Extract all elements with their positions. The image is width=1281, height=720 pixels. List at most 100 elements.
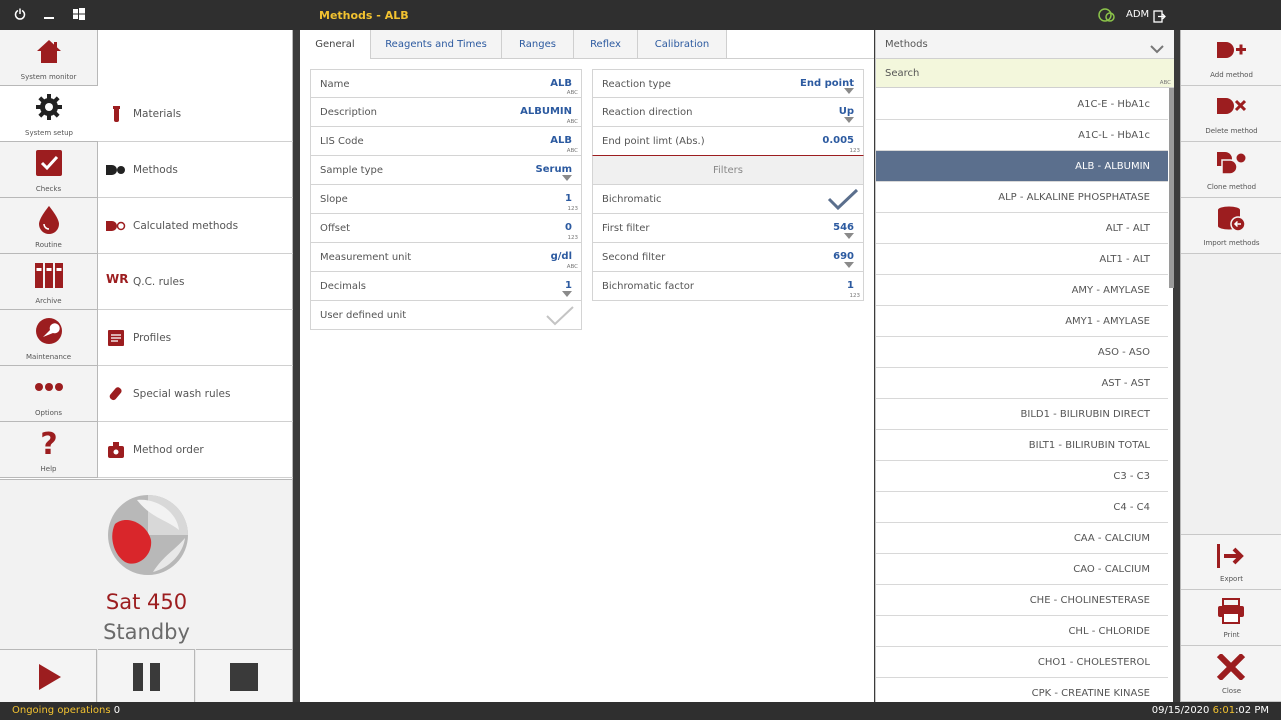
add-method-button[interactable]: Add method bbox=[1181, 30, 1281, 86]
reaction-direction-dropdown[interactable]: Reaction direction Up bbox=[592, 98, 864, 127]
chevron-down-icon bbox=[562, 291, 572, 297]
instrument-name: Sat 450 bbox=[105, 590, 188, 614]
methods-list-panel: Methods Search ABC A1C-E - HbA1c A1C-L - … bbox=[875, 30, 1174, 709]
method-list-item[interactable]: BILD1 - BILIRUBIN DIRECT bbox=[876, 399, 1168, 430]
import-methods-icon bbox=[1216, 206, 1246, 232]
clone-method-button[interactable]: Clone method bbox=[1181, 142, 1281, 198]
nav-routine[interactable]: Routine bbox=[0, 198, 98, 254]
offset-field[interactable]: Offset 0 123 bbox=[310, 214, 582, 243]
field-label: Decimals bbox=[320, 281, 366, 292]
tab-reagents-and-times[interactable]: Reagents and Times bbox=[371, 30, 502, 59]
submenu-item-method-order[interactable]: Method order bbox=[98, 422, 293, 478]
nav-archive[interactable]: Archive bbox=[0, 254, 98, 310]
method-list-item[interactable]: A1C-E - HbA1c bbox=[876, 89, 1168, 120]
search-input[interactable]: Search ABC bbox=[876, 59, 1174, 88]
lis-code-field[interactable]: LIS Code ALB ABC bbox=[310, 127, 582, 156]
method-list-item[interactable]: AMY1 - AMYLASE bbox=[876, 306, 1168, 337]
pause-button[interactable] bbox=[98, 649, 195, 702]
method-list-item[interactable]: CAO - CALCIUM bbox=[876, 554, 1168, 585]
method-list-item-label: ALT1 - ALT bbox=[1099, 254, 1150, 265]
power-icon[interactable] bbox=[13, 8, 27, 22]
nav-maintenance[interactable]: Maintenance bbox=[0, 310, 98, 366]
method-list-item[interactable]: ALT - ALT bbox=[876, 213, 1168, 244]
field-label: Offset bbox=[320, 223, 351, 234]
method-list-item[interactable]: A1C-L - HbA1c bbox=[876, 120, 1168, 151]
method-list-item-label: AST - AST bbox=[1101, 378, 1150, 389]
name-field[interactable]: Name ALB ABC bbox=[310, 69, 582, 98]
method-list-item[interactable]: CHL - CHLORIDE bbox=[876, 616, 1168, 647]
user-defined-unit-checkbox[interactable]: User defined unit bbox=[310, 301, 582, 330]
field-label: User defined unit bbox=[320, 310, 407, 321]
print-button[interactable]: Print bbox=[1181, 590, 1281, 646]
method-list-item[interactable]: ALT1 - ALT bbox=[876, 244, 1168, 275]
field-value: 690 bbox=[833, 251, 854, 262]
field-label: Reaction type bbox=[602, 79, 671, 90]
minimize-icon[interactable] bbox=[42, 8, 56, 22]
logout-icon[interactable] bbox=[1153, 8, 1166, 23]
slope-field[interactable]: Slope 1 123 bbox=[310, 185, 582, 214]
method-list-item[interactable]: C3 - C3 bbox=[876, 461, 1168, 492]
submenu-item-methods[interactable]: Methods bbox=[98, 142, 293, 198]
windows-icon[interactable] bbox=[72, 8, 86, 22]
tab-reflex[interactable]: Reflex bbox=[574, 30, 638, 59]
nav-checks[interactable]: Checks bbox=[0, 142, 98, 198]
import-methods-button[interactable]: Import methods bbox=[1181, 198, 1281, 254]
bichromatic-factor-field[interactable]: Bichromatic factor 1 123 bbox=[592, 272, 864, 301]
method-list-item[interactable]: ALP - ALKALINE PHOSPHATASE bbox=[876, 182, 1168, 213]
bichromatic-checkbox[interactable]: Bichromatic bbox=[592, 185, 864, 214]
time-hm: 6:01 bbox=[1212, 705, 1236, 716]
action-bar: Add method Delete method Clone method Im… bbox=[1180, 30, 1281, 702]
tab-general[interactable]: General bbox=[300, 30, 371, 59]
reaction-type-dropdown[interactable]: Reaction type End point bbox=[592, 69, 864, 98]
field-value: Up bbox=[838, 106, 854, 117]
submenu-item-special-wash-rules[interactable]: Special wash rules bbox=[98, 366, 293, 422]
gear-icon bbox=[34, 92, 64, 122]
method-list-item[interactable]: BILT1 - BILIRUBIN TOTAL bbox=[876, 430, 1168, 461]
nav-system-monitor[interactable]: System monitor bbox=[0, 30, 98, 86]
nav-system-setup[interactable]: System setup bbox=[0, 86, 98, 142]
close-button[interactable]: Close bbox=[1181, 646, 1281, 702]
measurement-unit-field[interactable]: Measurement unit g/dl ABC bbox=[310, 243, 582, 272]
export-button[interactable]: Export bbox=[1181, 534, 1281, 590]
submenu-item-profiles[interactable]: Profiles bbox=[98, 310, 293, 366]
delete-method-button[interactable]: Delete method bbox=[1181, 86, 1281, 142]
start-button[interactable] bbox=[0, 649, 97, 702]
main-nav: System monitor System setup Checks Routi… bbox=[0, 30, 98, 479]
submenu-label: Profiles bbox=[133, 332, 172, 344]
ongoing-label: Ongoing operations bbox=[12, 705, 111, 716]
method-list-item[interactable]: AST - AST bbox=[876, 368, 1168, 399]
wash-icon bbox=[106, 386, 126, 402]
method-list-item-label: CAO - CALCIUM bbox=[1073, 564, 1150, 575]
submenu-item-materials[interactable]: Materials bbox=[98, 86, 293, 142]
decimals-dropdown[interactable]: Decimals 1 bbox=[310, 272, 582, 301]
first-filter-dropdown[interactable]: First filter 546 bbox=[592, 214, 864, 243]
nav-options[interactable]: Options bbox=[0, 366, 98, 422]
description-field[interactable]: Description ALBUMIN ABC bbox=[310, 98, 582, 127]
method-list-item[interactable]: AMY - AMYLASE bbox=[876, 275, 1168, 306]
methods-dropdown[interactable]: Methods bbox=[876, 30, 1174, 59]
sample-type-dropdown[interactable]: Sample type Serum bbox=[310, 156, 582, 185]
second-filter-dropdown[interactable]: Second filter 690 bbox=[592, 243, 864, 272]
field-label: Description bbox=[320, 107, 377, 118]
tab-ranges[interactable]: Ranges bbox=[502, 30, 574, 59]
method-list-item[interactable]: ALB - ALBUMIN bbox=[876, 151, 1168, 182]
submenu-item-qc-rules[interactable]: WR Q.C. rules bbox=[98, 254, 293, 310]
nav-help[interactable]: ? Help bbox=[0, 422, 98, 478]
method-list-item[interactable]: CHO1 - CHOLESTEROL bbox=[876, 647, 1168, 678]
method-list-item[interactable]: CHE - CHOLINESTERASE bbox=[876, 585, 1168, 616]
qc-rules-icon: WR bbox=[106, 272, 129, 286]
action-label: Print bbox=[1223, 631, 1240, 639]
method-list-item[interactable]: CAA - CALCIUM bbox=[876, 523, 1168, 554]
field-value: g/dl bbox=[550, 251, 572, 262]
method-list-item-label: AMY1 - AMYLASE bbox=[1065, 316, 1150, 327]
field-type-tag: ABC bbox=[566, 264, 578, 270]
stop-button[interactable] bbox=[196, 649, 293, 702]
submenu-item-calculated-methods[interactable]: Calculated methods bbox=[98, 198, 293, 254]
method-list-item[interactable]: ASO - ASO bbox=[876, 337, 1168, 368]
method-list-item-label: C4 - C4 bbox=[1113, 502, 1150, 513]
tab-calibration[interactable]: Calibration bbox=[638, 30, 727, 59]
methods-scrollbar[interactable] bbox=[1169, 88, 1174, 288]
end-point-limit-field[interactable]: End point limt (Abs.) 0.005 123 bbox=[592, 127, 864, 156]
method-list-item[interactable]: C4 - C4 bbox=[876, 492, 1168, 523]
field-value: 1 bbox=[565, 193, 572, 204]
